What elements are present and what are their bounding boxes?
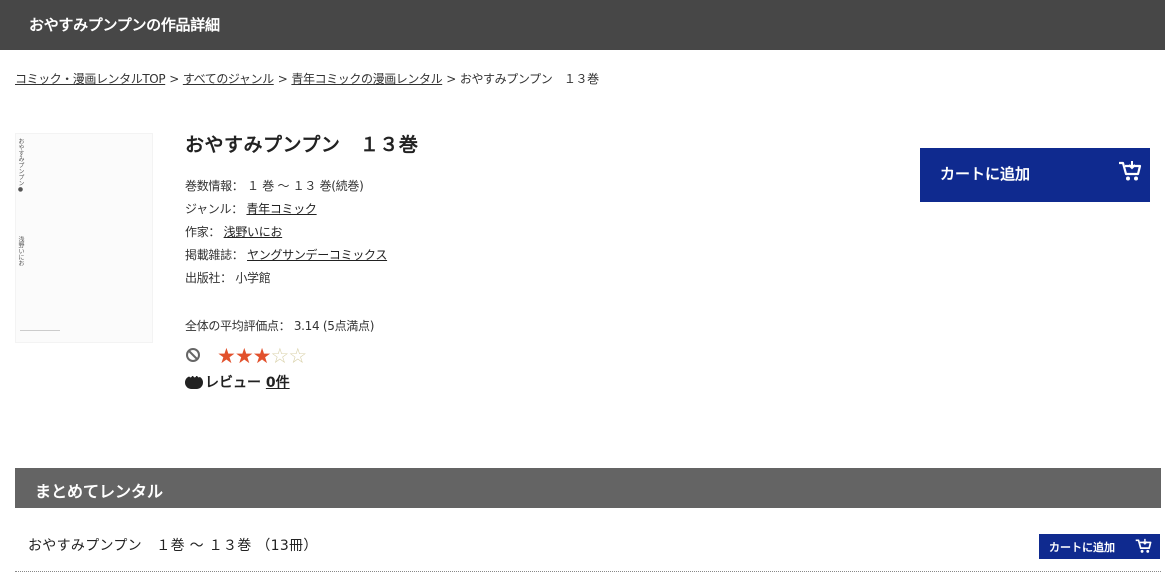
star-icon-empty[interactable]: ☆ — [270, 344, 289, 368]
cover-author-text: 浅野いにお — [17, 236, 24, 266]
cover-footer-line — [20, 330, 60, 331]
work-title: おやすみプンプン １３巻 — [185, 134, 419, 156]
star-rating[interactable]: ★★★☆☆ — [217, 344, 307, 368]
cart-icon — [1119, 161, 1142, 181]
star-icon-filled[interactable]: ★ — [235, 344, 254, 368]
breadcrumb-separator: > — [277, 72, 288, 86]
comment-icon — [185, 372, 203, 389]
info-magazine: 掲載雑誌： ヤングサンデーコミックス — [185, 245, 387, 268]
info-genre-label: ジャンル： — [185, 202, 243, 216]
rating-value: 3.14 — [293, 319, 320, 333]
bundle-rental-section-header: まとめてレンタル — [15, 468, 1161, 508]
info-magazine-label: 掲載雑誌： — [185, 248, 244, 262]
star-icon-filled[interactable]: ★ — [253, 344, 272, 368]
page-header-title: おやすみプンプンの作品詳細 — [29, 16, 220, 34]
info-volumes: 巻数情報： １ 巻 ～ １３ 巻(続巻) — [185, 176, 387, 199]
rating-scale-note: (5点満点) — [322, 319, 375, 333]
breadcrumb-link-seinen[interactable]: 青年コミックの漫画レンタル — [291, 72, 442, 86]
info-publisher: 出版社： 小学館 — [185, 268, 387, 291]
add-to-cart-button[interactable]: カートに追加 — [920, 148, 1150, 202]
review-label: レビュー — [205, 375, 261, 391]
info-author-label: 作家： — [185, 225, 221, 239]
bundle-section-title: まとめてレンタル — [35, 482, 164, 501]
info-publisher-value: 小学館 — [235, 271, 271, 285]
info-volumes-value: １ 巻 ～ １３ 巻(続巻) — [247, 179, 364, 193]
star-icon-filled[interactable]: ★ — [217, 344, 236, 368]
rating-label: 全体の平均評価点： — [185, 319, 291, 333]
breadcrumb-link-top[interactable]: コミック・漫画レンタルTOP — [15, 72, 166, 86]
cover-title-text: おやすみプンプン● — [17, 138, 24, 193]
breadcrumb-separator: > — [446, 72, 456, 86]
bundle-add-to-cart-label: カートに追加 — [1049, 541, 1115, 554]
ban-icon[interactable] — [186, 348, 200, 362]
top-header-bar: おやすみプンプンの作品詳細 — [0, 0, 1165, 50]
work-info: 巻数情報： １ 巻 ～ １３ 巻(続巻) ジャンル： 青年コミック 作家： 浅野… — [185, 176, 387, 291]
add-to-cart-label: カートに追加 — [940, 165, 1031, 183]
info-volumes-label: 巻数情報： — [185, 179, 244, 193]
breadcrumb-link-all-genres[interactable]: すべてのジャンル — [183, 72, 274, 86]
magazine-link[interactable]: ヤングサンデーコミックス — [247, 248, 387, 262]
genre-link[interactable]: 青年コミック — [246, 202, 317, 216]
breadcrumb-current: おやすみプンプン １３巻 — [459, 72, 599, 86]
breadcrumb-separator: > — [169, 72, 179, 86]
average-rating: 全体の平均評価点： 3.14 (5点満点) — [185, 317, 374, 334]
book-cover-image[interactable]: おやすみプンプン● 浅野いにお — [15, 133, 153, 343]
bundle-item-text: おやすみプンプン １巻 ～ １３巻 （13冊） — [28, 538, 318, 554]
bundle-add-to-cart-button[interactable]: カートに追加 — [1039, 534, 1160, 559]
review-line: レビュー 0件 — [185, 372, 290, 392]
review-count-link[interactable]: 0件 — [266, 375, 290, 391]
info-author: 作家： 浅野いにお — [185, 222, 387, 245]
bundle-divider — [15, 571, 1161, 572]
star-icon-empty[interactable]: ☆ — [288, 344, 307, 368]
info-genre: ジャンル： 青年コミック — [185, 199, 387, 222]
author-link[interactable]: 浅野いにお — [224, 225, 283, 239]
cart-icon — [1135, 538, 1152, 553]
breadcrumb: コミック・漫画レンタルTOP > すべてのジャンル > 青年コミックの漫画レンタル > おや… — [15, 70, 599, 87]
info-publisher-label: 出版社： — [185, 271, 232, 285]
